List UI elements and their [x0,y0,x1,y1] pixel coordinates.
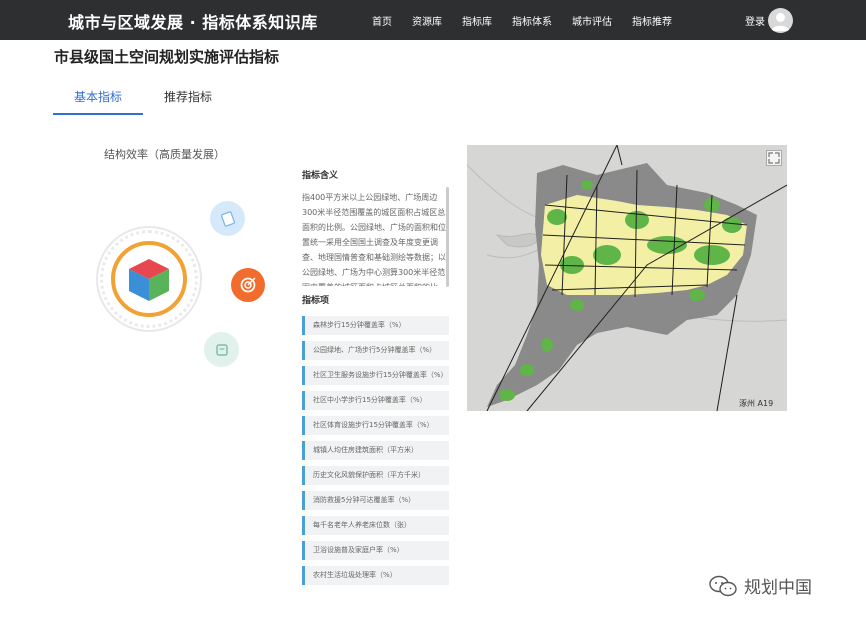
main-nav: 首页 资源库 指标库 指标体系 城市评估 指标推荐 [372,13,672,28]
login-link[interactable]: 登录 [745,13,765,28]
site-brand[interactable]: 城市与区域发展 · 指标体系知识库 [68,9,318,33]
list-item[interactable]: 每千名老年人养老床位数（张） [302,516,449,535]
tab-recommended-indicators[interactable]: 推荐指标 [143,88,233,115]
nav-indicator-library[interactable]: 指标库 [462,13,492,28]
list-item[interactable]: 消防救援5分钟可达覆盖率（%） [302,491,449,510]
indicator-item-list: 森林步行15分钟覆盖率（%） 公园绿地、广场步行5分钟覆盖率（%） 社区卫生服务… [302,316,449,591]
list-item[interactable]: 公园绿地、广场步行5分钟覆盖率（%） [302,341,449,360]
meaning-text: 指400平方米以上公园绿地、广场周边300米半径范围覆盖的城区面积占城区总面积的… [302,193,446,286]
map-graphic [467,145,787,411]
nav-home[interactable]: 首页 [372,13,392,28]
indicator-bubble-green[interactable] [204,332,239,367]
list-item[interactable]: 历史文化风貌保护面积（平方千米） [302,466,449,485]
list-item[interactable]: 农村生活垃圾处理率（%） [302,566,449,585]
list-item[interactable]: 社区卫生服务设施步行15分钟覆盖率（%） [302,366,449,385]
cube-icon[interactable] [124,255,174,305]
note-icon [215,343,228,356]
wechat-icon [709,575,737,596]
indicator-tabs: 基本指标 推荐指标 [53,88,233,115]
user-icon [771,13,790,31]
category-label: 结构效率（高质量发展） [104,148,225,161]
indicator-bubble-blue[interactable] [210,201,245,236]
watermark: 规划中国 [708,573,812,598]
meaning-scrollbar[interactable] [446,187,449,287]
meaning-title: 指标含义 [302,171,339,181]
nav-indicator-system[interactable]: 指标体系 [512,13,552,28]
list-item[interactable]: 森林步行15分钟覆盖率（%） [302,316,449,335]
coverage-map[interactable] [467,145,787,411]
list-item[interactable]: 社区体育设施步行15分钟覆盖率（%） [302,416,449,435]
watermark-text: 规划中国 [744,578,812,598]
fullscreen-icon[interactable] [766,150,782,166]
top-navigation-bar: 城市与区域发展 · 指标体系知识库 首页 资源库 指标库 指标体系 城市评估 指… [0,0,866,40]
items-title: 指标项 [302,296,330,306]
list-item[interactable]: 社区中小学步行15分钟覆盖率（%） [302,391,449,410]
page-title: 市县级国土空间规划实施评估指标 [54,48,280,66]
nav-resources[interactable]: 资源库 [412,13,442,28]
tab-basic-indicators[interactable]: 基本指标 [53,88,143,115]
document-icon [220,210,235,227]
map-location-label: 涿州 A19 [739,399,774,408]
indicator-bubble-orange[interactable] [231,268,265,302]
target-icon [240,277,256,293]
list-item[interactable]: 城镇人均住房建筑面积（平方米） [302,441,449,460]
nav-indicator-recommend[interactable]: 指标推荐 [632,13,672,28]
nav-city-evaluation[interactable]: 城市评估 [572,13,612,28]
list-item[interactable]: 卫浴设施普及家庭户率（%） [302,541,449,560]
avatar[interactable] [768,8,793,33]
